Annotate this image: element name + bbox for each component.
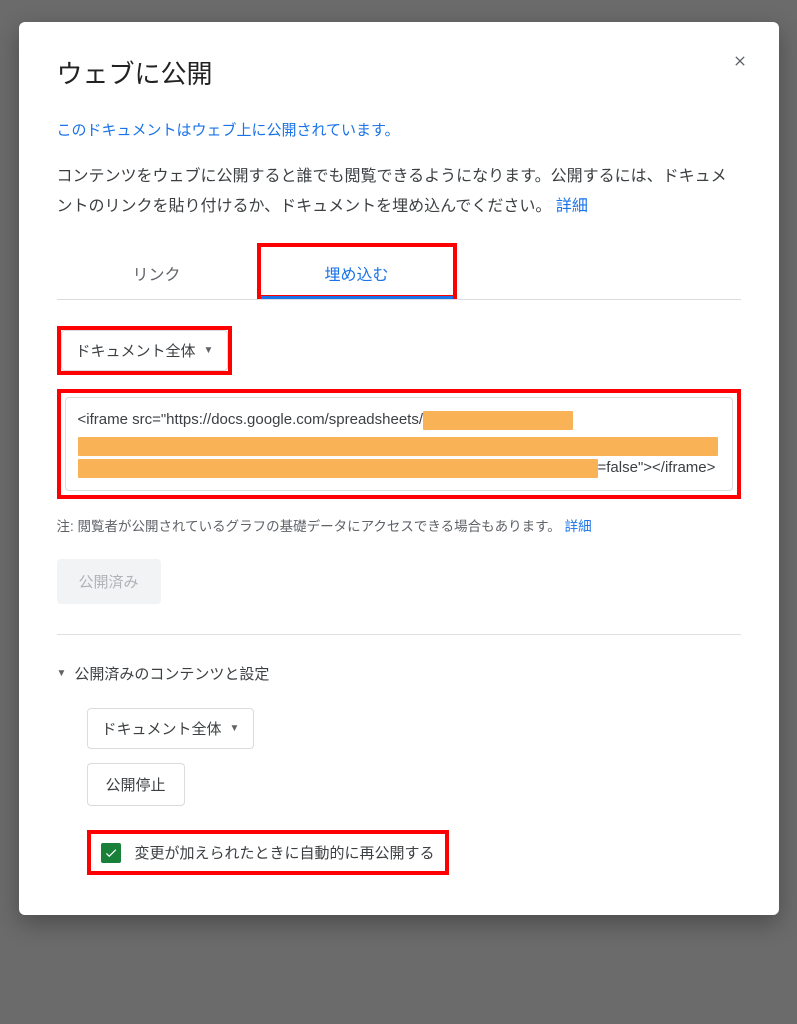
- dropdown-triangle-icon: ▼: [204, 345, 214, 356]
- close-icon: [732, 53, 748, 69]
- settings-content: ドキュメント全体 ▼ 公開停止 変更が加えられたときに自動的に再公開する: [57, 708, 741, 875]
- scope-dropdown[interactable]: ドキュメント全体 ▼: [61, 330, 229, 371]
- dialog-description: コンテンツをウェブに公開すると誰でも閲覧できるようになります。公開するには、ドキ…: [57, 162, 741, 221]
- stop-publishing-button[interactable]: 公開停止: [87, 763, 185, 806]
- tab-link[interactable]: リンク: [57, 243, 257, 299]
- tab-embed-highlight: 埋め込む: [257, 243, 457, 299]
- collapse-triangle-icon: ▼: [57, 668, 67, 679]
- checkmark-icon: [104, 846, 118, 860]
- learn-more-link[interactable]: 詳細: [556, 198, 588, 215]
- tab-embed[interactable]: 埋め込む: [261, 247, 453, 295]
- close-button[interactable]: [727, 48, 753, 74]
- settings-scope-label: ドキュメント全体: [102, 718, 222, 739]
- publish-status: このドキュメントはウェブ上に公開されています。: [57, 119, 741, 140]
- redacted-segment: [423, 411, 573, 430]
- embed-code-textarea[interactable]: <iframe src="https://docs.google.com/spr…: [65, 397, 733, 491]
- scope-dropdown-highlight: ドキュメント全体 ▼: [57, 326, 233, 375]
- dialog-title: ウェブに公開: [57, 54, 741, 91]
- divider: [57, 634, 741, 635]
- settings-scope-dropdown[interactable]: ドキュメント全体 ▼: [87, 708, 255, 749]
- embed-code-prefix: <iframe src="https://docs.google.com/spr…: [78, 411, 424, 428]
- published-button: 公開済み: [57, 559, 161, 604]
- dropdown-triangle-icon: ▼: [230, 723, 240, 734]
- embed-code-suffix: =false"></iframe>: [598, 459, 716, 476]
- redacted-segment: [78, 459, 598, 478]
- scope-dropdown-label: ドキュメント全体: [76, 340, 196, 361]
- auto-republish-checkbox[interactable]: [101, 843, 121, 863]
- embed-code-highlight: <iframe src="https://docs.google.com/spr…: [57, 389, 741, 499]
- settings-header-label: 公開済みのコンテンツと設定: [74, 663, 269, 684]
- publish-to-web-dialog: ウェブに公開 このドキュメントはウェブ上に公開されています。 コンテンツをウェブ…: [19, 22, 779, 915]
- note-learn-more-link[interactable]: 詳細: [565, 519, 592, 534]
- published-content-settings-header[interactable]: ▼ 公開済みのコンテンツと設定: [57, 663, 741, 684]
- redacted-segment: [78, 437, 718, 456]
- auto-republish-row[interactable]: 変更が加えられたときに自動的に再公開する: [91, 834, 445, 871]
- auto-republish-label: 変更が加えられたときに自動的に再公開する: [135, 842, 435, 863]
- tabs: リンク 埋め込む: [57, 243, 741, 300]
- chart-data-note: 注: 閲覧者が公開されているグラフの基礎データにアクセスできる場合もあります。 …: [57, 515, 741, 535]
- auto-republish-highlight: 変更が加えられたときに自動的に再公開する: [87, 830, 449, 875]
- description-text: コンテンツをウェブに公開すると誰でも閲覧できるようになります。公開するには、ドキ…: [57, 168, 727, 215]
- note-prefix: 注: 閲覧者が公開されているグラフの基礎データにアクセスできる場合もあります。: [57, 519, 561, 534]
